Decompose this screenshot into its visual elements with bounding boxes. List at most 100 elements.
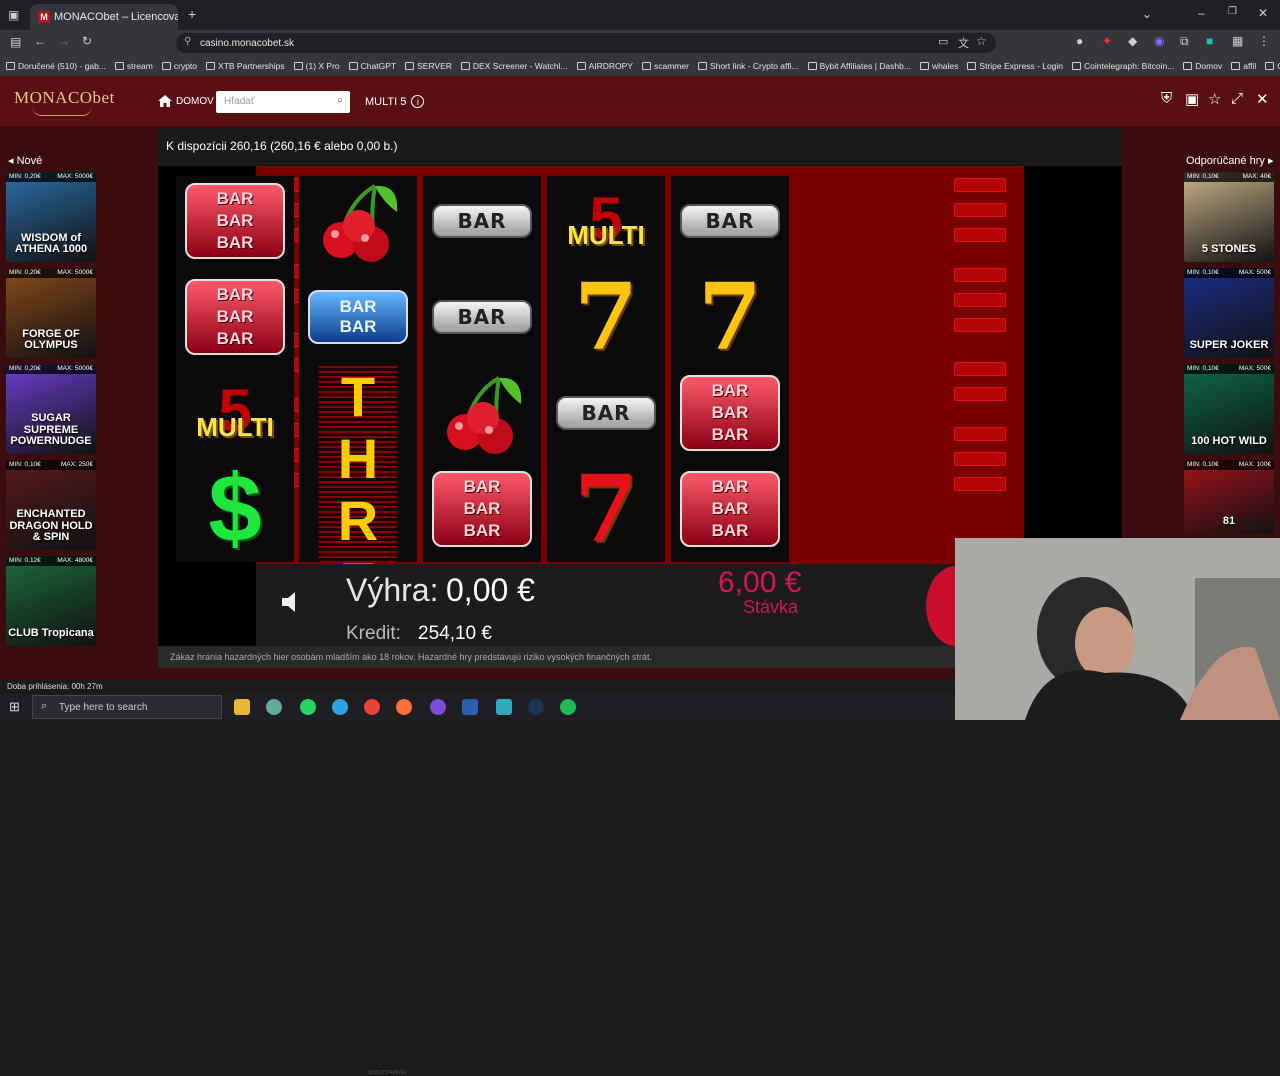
extension-icon[interactable]: ◉: [1154, 34, 1164, 48]
file-explorer-icon[interactable]: [234, 699, 250, 715]
minimize-icon[interactable]: –: [1198, 6, 1205, 20]
bet-value[interactable]: 6,00 €: [718, 566, 801, 600]
wallet-icon[interactable]: ▣: [1185, 90, 1199, 108]
sidebar-icon[interactable]: ▤: [10, 35, 21, 49]
reel: BAR BAR BAR BAR BAR BAR 5 MULTI $: [176, 176, 294, 562]
extension-icon[interactable]: ■: [1206, 34, 1213, 48]
extension-icon[interactable]: ◆: [1128, 34, 1137, 48]
messenger-icon[interactable]: [430, 699, 446, 715]
bookmark-star-icon[interactable]: ☆: [976, 34, 987, 48]
url-field[interactable]: ⚲ casino.monacobet.sk: [176, 33, 996, 53]
bookmark-item[interactable]: AIRDROPY: [576, 61, 633, 71]
extension-icon[interactable]: ✦: [1102, 34, 1112, 48]
win-value: 0,00 €: [446, 572, 535, 608]
game-thumbnail[interactable]: MIN: 0,20€ MAX: 5000€ WISDOM of ATHENA 100…: [6, 172, 96, 262]
bet-label[interactable]: Stávka: [743, 597, 798, 618]
game-thumbnail[interactable]: MIN: 0,20€ MAX: 5000€ SUGAR SUPREME POWERN…: [6, 364, 96, 454]
site-info-icon[interactable]: ⚲: [184, 36, 191, 47]
spotify-icon[interactable]: [560, 699, 576, 715]
bookmark-item[interactable]: Ostatné záložky: [1265, 61, 1280, 71]
info-icon[interactable]: i: [411, 95, 425, 108]
browser-tab[interactable]: M MONACObet – Licencované ✕: [30, 4, 178, 30]
profile-icon[interactable]: ●: [1076, 34, 1083, 48]
tab-actions-icon[interactable]: ▣: [8, 8, 19, 22]
taskbar-search-input[interactable]: ⌕ Type here to search: [32, 695, 222, 719]
word-icon[interactable]: [462, 699, 478, 715]
bookmark-item[interactable]: Bybit Affiliates | Dashb...: [807, 61, 911, 71]
bar-text: BAR: [711, 499, 749, 518]
game-thumbnail[interactable]: MIN: 0,12€ MAX: 4800€ CLUB Tropicana: [6, 556, 96, 646]
game-thumbnail[interactable]: MIN: 0,10€ MAX: 500€ SUPER JOKER: [1184, 268, 1274, 358]
search-icon[interactable]: ⌕: [337, 95, 343, 106]
reel-symbol: BAR BAR BAR: [180, 272, 290, 362]
new-games-title[interactable]: ◂ Nové: [8, 154, 42, 167]
shield-icon[interactable]: ⛨: [1161, 90, 1172, 107]
whatsapp-icon[interactable]: [300, 699, 316, 715]
bookmark-item[interactable]: scammer: [641, 61, 689, 71]
game-thumbnail[interactable]: MIN: 0,20€ MAX: 5000€ FORGE OF OLYMPUS: [6, 268, 96, 358]
bookmark-item[interactable]: whales: [919, 61, 958, 71]
windows-start-icon[interactable]: ⊞: [9, 699, 20, 715]
reel-symbol: BAR: [551, 368, 661, 458]
close-game-icon[interactable]: ✕: [1256, 90, 1269, 108]
favorite-star-icon[interactable]: ☆: [1208, 90, 1221, 108]
game-thumbnail[interactable]: MIN: 0,10€ MAX: 40€ 5 STONES: [1184, 172, 1274, 262]
bookmark-label: SERVER: [417, 61, 452, 71]
sound-icon[interactable]: [280, 590, 306, 614]
menu-icon[interactable]: ⋮: [1258, 34, 1270, 48]
tab-search-icon[interactable]: ⌄: [1142, 7, 1152, 21]
reel: BARBAR THRE: [299, 176, 417, 614]
extension-icon[interactable]: ▦: [1232, 34, 1243, 48]
bookmark-item[interactable]: (1) X Pro: [293, 61, 340, 71]
bookmark-item[interactable]: Short link - Crypto affi...: [697, 61, 799, 71]
window-close-icon[interactable]: ✕: [1258, 6, 1268, 20]
install-app-icon[interactable]: ▭: [938, 35, 948, 48]
bookmark-item[interactable]: ChatGPT: [348, 61, 397, 71]
chrome-icon[interactable]: [364, 699, 380, 715]
bookmark-item[interactable]: Domov: [1183, 61, 1222, 71]
recommended-games-title[interactable]: Odporúčané hry ▸: [1186, 154, 1273, 167]
tab-title: MONACObet – Licencované: [54, 11, 178, 23]
site-logo[interactable]: MONACObet: [14, 88, 115, 108]
game-name: MULTI 5: [365, 95, 407, 108]
bookmark-icon: [967, 62, 977, 70]
fullscreen-icon[interactable]: ⤢: [1231, 90, 1243, 107]
bookmark-item[interactable]: SERVER: [405, 61, 452, 71]
bookmark-item[interactable]: Cointelegraph: Bitcoin...: [1072, 61, 1174, 71]
bookmark-label: ChatGPT: [360, 61, 397, 71]
three-letter: H: [337, 427, 379, 490]
bookmark-item[interactable]: Stripe Express - Login: [967, 61, 1063, 71]
game-thumbnail[interactable]: MIN: 0,10€ MAX: 100€ 81: [1184, 460, 1274, 534]
bookmark-item[interactable]: DEX Screener - Watchl...: [460, 61, 568, 71]
bookmark-item[interactable]: crypto: [161, 61, 197, 71]
three-letter: R: [337, 489, 379, 552]
reel-symbol: BAR BAR BAR: [427, 464, 537, 554]
new-games-label: Nové: [16, 155, 43, 167]
game-thumbnail[interactable]: MIN: 0,10€ MAX: 500€ 100 HOT WILD: [1184, 364, 1274, 454]
bookmark-item[interactable]: stream: [114, 61, 153, 71]
translate-icon[interactable]: 文: [958, 35, 969, 51]
extensions-puzzle-icon[interactable]: ⧉: [1180, 34, 1189, 49]
firefox-icon[interactable]: [396, 699, 412, 715]
search-input[interactable]: Hľadať ⌕: [216, 91, 350, 113]
app-icon[interactable]: [496, 699, 512, 715]
bookmark-item[interactable]: affil: [1231, 61, 1256, 71]
reload-icon[interactable]: ↻: [82, 34, 92, 48]
app-icon[interactable]: [266, 699, 282, 715]
bookmark-item[interactable]: Doručené (510) - gab...: [6, 61, 106, 71]
win-label: Výhra:: [346, 572, 439, 608]
game-title: MULTI 5 i: [365, 95, 425, 108]
back-icon[interactable]: ←: [34, 34, 46, 48]
bookmark-item[interactable]: XTB Partnerships: [206, 61, 285, 71]
game-thumbnail[interactable]: MIN: 0,10€ MAX: 250€ ENCHANTED DRAGON HOLD…: [6, 460, 96, 550]
telegram-icon[interactable]: [332, 699, 348, 715]
bar-symbol: BAR: [432, 204, 532, 238]
credit-label: Kredit:: [346, 623, 401, 644]
max-bet: MAX: 5000€: [57, 365, 93, 372]
nav-home-link[interactable]: DOMOV: [158, 95, 214, 107]
steam-icon[interactable]: [528, 699, 544, 715]
forward-icon[interactable]: →: [58, 34, 70, 48]
new-tab-icon[interactable]: +: [188, 6, 196, 22]
game-thumbnail-title: 5 STONES: [1201, 243, 1257, 256]
restore-icon[interactable]: ❐: [1228, 6, 1237, 17]
